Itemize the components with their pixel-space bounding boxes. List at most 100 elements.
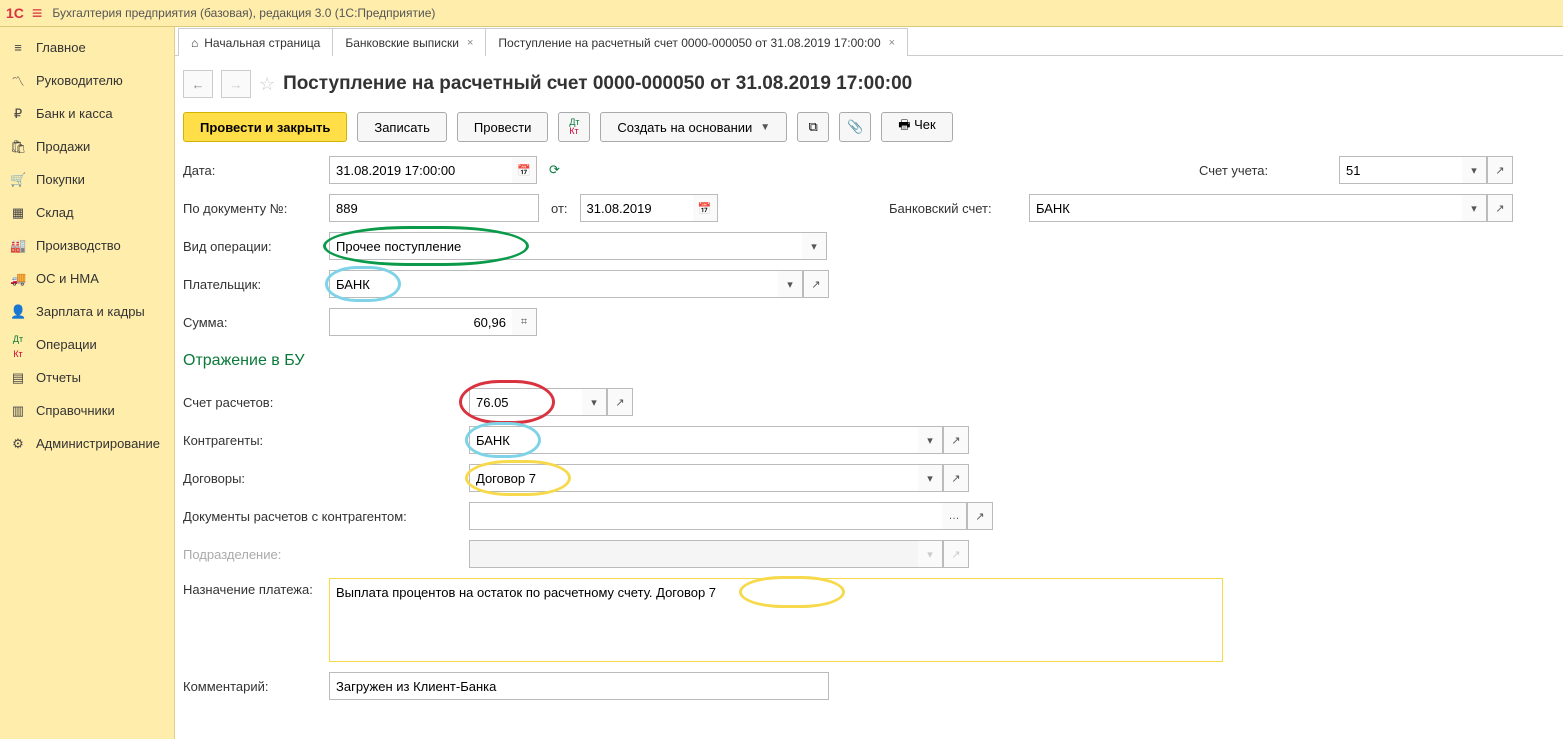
- sidebar-label: Зарплата и кадры: [36, 304, 145, 319]
- sidebar-item-reports[interactable]: ▤Отчеты: [0, 361, 174, 394]
- open-icon[interactable]: ↗: [1487, 194, 1513, 222]
- settledoc-input[interactable]: [469, 502, 942, 530]
- sidebar-item-manager[interactable]: 〽Руководителю: [0, 64, 174, 97]
- sidebar-item-main[interactable]: ≡ Главное: [0, 31, 174, 64]
- docnum-input[interactable]: [329, 194, 539, 222]
- tab-bar: ⌂Начальная страница Банковские выписки× …: [175, 27, 1563, 56]
- date-input[interactable]: [329, 156, 512, 184]
- optype-label: Вид операции:: [183, 239, 323, 254]
- nav-forward-button[interactable]: →: [221, 70, 251, 98]
- more-icon[interactable]: …: [942, 502, 967, 530]
- sum-input[interactable]: [329, 308, 512, 336]
- list-icon: ≡: [10, 40, 26, 55]
- app-title: Бухгалтерия предприятия (базовая), редак…: [52, 6, 435, 20]
- printer-icon: 🖶: [898, 117, 910, 132]
- chevron-down-icon[interactable]: ▾: [778, 270, 803, 298]
- tab-label: Поступление на расчетный счет 0000-00005…: [498, 36, 880, 50]
- purpose-textarea[interactable]: [329, 578, 1223, 662]
- calendar-icon[interactable]: 📅: [512, 156, 537, 184]
- dtkt-button[interactable]: ДтКт: [558, 112, 590, 142]
- attach-button[interactable]: 📎: [839, 112, 871, 142]
- counter-input[interactable]: [469, 426, 918, 454]
- app-logo-icon: 1C: [6, 5, 24, 21]
- settledoc-label: Документы расчетов с контрагентом:: [183, 509, 463, 524]
- chevron-down-icon[interactable]: ▾: [918, 464, 943, 492]
- chevron-down-icon[interactable]: ▾: [1462, 156, 1487, 184]
- warehouse-icon: ▦: [10, 205, 26, 221]
- bag-icon: 🛍: [10, 139, 26, 155]
- sidebar-label: ОС и НМА: [36, 271, 99, 286]
- structure-button[interactable]: ⧉: [797, 112, 829, 142]
- sum-label: Сумма:: [183, 315, 323, 330]
- title-bar: 1C ≡ Бухгалтерия предприятия (базовая), …: [0, 0, 1563, 27]
- docfrom-label: от:: [551, 201, 568, 216]
- save-button[interactable]: Записать: [357, 112, 447, 142]
- counter-label: Контрагенты:: [183, 433, 323, 448]
- star-icon[interactable]: ☆: [259, 74, 275, 95]
- contract-input[interactable]: [469, 464, 918, 492]
- sidebar-item-hr[interactable]: 👤Зарплата и кадры: [0, 295, 174, 328]
- sidebar-item-admin[interactable]: ⚙Администрирование: [0, 427, 174, 460]
- sidebar-label: Банк и касса: [36, 106, 113, 121]
- sidebar-item-operations[interactable]: ДтКтОперации: [0, 328, 174, 361]
- refresh-icon[interactable]: ⟳: [549, 162, 560, 178]
- nav-back-button[interactable]: ←: [183, 70, 213, 98]
- dept-input: [469, 540, 918, 568]
- settleacc-input[interactable]: [469, 388, 582, 416]
- sidebar-label: Производство: [36, 238, 121, 253]
- section-title: Отражение в БУ: [183, 352, 1513, 370]
- comment-input[interactable]: [329, 672, 829, 700]
- tab-document[interactable]: Поступление на расчетный счет 0000-00005…: [485, 28, 908, 56]
- sidebar-label: Продажи: [36, 139, 90, 154]
- close-icon[interactable]: ×: [467, 37, 473, 49]
- optype-input[interactable]: [329, 232, 802, 260]
- account-input[interactable]: [1339, 156, 1462, 184]
- tab-bank-statements[interactable]: Банковские выписки×: [332, 28, 486, 56]
- open-icon[interactable]: ↗: [943, 426, 969, 454]
- post-button[interactable]: Провести: [457, 112, 549, 142]
- chevron-down-icon[interactable]: ▾: [802, 232, 827, 260]
- sidebar-item-os[interactable]: 🚚 ОС и НМА: [0, 262, 174, 295]
- open-icon[interactable]: ↗: [803, 270, 829, 298]
- tab-label: Начальная страница: [204, 36, 320, 50]
- date-label: Дата:: [183, 163, 323, 178]
- button-label: Создать на основании: [617, 120, 752, 135]
- sidebar-label: Склад: [36, 205, 74, 220]
- calendar-icon[interactable]: 📅: [693, 194, 718, 222]
- chevron-down-icon[interactable]: ▾: [582, 388, 607, 416]
- truck-icon: 🚚: [10, 271, 26, 287]
- create-based-button[interactable]: Создать на основании▼: [600, 112, 787, 142]
- sidebar-label: Главное: [36, 40, 86, 55]
- purpose-label: Назначение платежа:: [183, 578, 323, 597]
- sidebar-label: Администрирование: [36, 436, 160, 451]
- sidebar-item-sales[interactable]: 🛍 Продажи: [0, 130, 174, 163]
- sidebar-item-production[interactable]: 🏭 Производство: [0, 229, 174, 262]
- sidebar-item-bank[interactable]: ₽ Банк и касса: [0, 97, 174, 130]
- open-icon: ↗: [943, 540, 969, 568]
- bankacc-input[interactable]: [1029, 194, 1462, 222]
- page-title: Поступление на расчетный счет 0000-00005…: [283, 73, 912, 95]
- chevron-down-icon[interactable]: ▾: [1462, 194, 1487, 222]
- sidebar-item-warehouse[interactable]: ▦ Склад: [0, 196, 174, 229]
- menu-icon[interactable]: ≡: [32, 3, 43, 24]
- open-icon[interactable]: ↗: [1487, 156, 1513, 184]
- sidebar: ≡ Главное 〽Руководителю ₽ Банк и касса 🛍 Пр…: [0, 27, 175, 739]
- check-button[interactable]: 🖶 Чек: [881, 112, 953, 142]
- sidebar-item-purchases[interactable]: 🛒Покупки: [0, 163, 174, 196]
- sidebar-label: Отчеты: [36, 370, 81, 385]
- payer-input[interactable]: [329, 270, 778, 298]
- chevron-down-icon[interactable]: ▾: [918, 426, 943, 454]
- open-icon[interactable]: ↗: [943, 464, 969, 492]
- post-and-close-button[interactable]: Провести и закрыть: [183, 112, 347, 142]
- tab-home[interactable]: ⌂Начальная страница: [178, 28, 333, 56]
- open-icon[interactable]: ↗: [967, 502, 993, 530]
- sidebar-item-catalogs[interactable]: ▥Справочники: [0, 394, 174, 427]
- sidebar-label: Справочники: [36, 403, 115, 418]
- close-icon[interactable]: ×: [889, 37, 895, 49]
- factory-icon: 🏭: [10, 238, 26, 254]
- docfrom-input[interactable]: [580, 194, 693, 222]
- calculator-icon[interactable]: ⌗: [512, 308, 537, 336]
- account-label: Счет учета:: [1199, 163, 1329, 178]
- ruble-icon: ₽: [10, 106, 26, 122]
- open-icon[interactable]: ↗: [607, 388, 633, 416]
